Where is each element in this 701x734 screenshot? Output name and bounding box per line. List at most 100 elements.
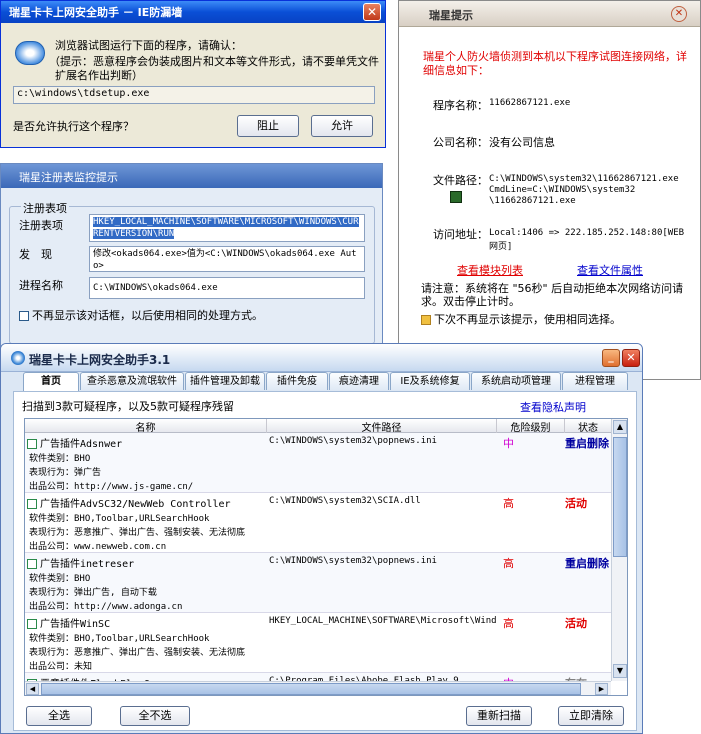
scroll-thumb[interactable] — [613, 437, 627, 557]
company-label: 公司名称： — [433, 136, 488, 149]
col-level[interactable]: 危险级别 — [497, 419, 565, 434]
row-path: C:\WINDOWS\system32\SCIA.dll — [269, 496, 421, 506]
table-row[interactable]: 广告插件Adsnwer C:\WINDOWS\system32\popnews.i… — [25, 433, 611, 493]
scroll-left-icon[interactable]: ◀ — [26, 683, 39, 695]
row-status: 重启删除 — [565, 437, 609, 450]
row-status: 重启删除 — [565, 557, 609, 570]
reg-remember-checkbox[interactable] — [19, 311, 29, 321]
ie-app-icon — [15, 41, 45, 65]
row-status: 活动 — [565, 497, 587, 510]
horizontal-scrollbar[interactable]: ◀ ▶ — [25, 681, 611, 695]
firewall-title: 瑞星提示 — [429, 9, 473, 22]
row-danger-level: 高 — [503, 617, 514, 630]
scroll-right-icon[interactable]: ▶ — [595, 683, 608, 695]
tab-bar: 首页 查杀恶意及流氓软件 插件管理及卸载 插件免疫 痕迹清理 IE及系统修复 系… — [23, 372, 633, 391]
col-path[interactable]: 文件路径 — [267, 419, 497, 434]
ie-dialog: 瑞星卡卡上网安全助手 － IE防漏墙 ✕ 浏览器试图运行下面的程序，请确认： （… — [0, 0, 386, 148]
tab-process[interactable]: 进程管理 — [562, 372, 628, 390]
reg-remember-row[interactable]: 不再显示该对话框，以后使用相同的处理方式。 — [19, 307, 263, 323]
select-none-button[interactable]: 全不选 — [120, 706, 190, 726]
vertical-scrollbar[interactable]: ▲ ▼ — [611, 419, 627, 681]
tab-home[interactable]: 首页 — [23, 372, 79, 391]
reg-remember-label: 不再显示该对话框，以后使用相同的处理方式。 — [32, 309, 263, 322]
tab-trace-clean[interactable]: 痕迹清理 — [329, 372, 389, 390]
address-line1: Local:1406 => 222.185.252.148:80[WEB — [489, 228, 685, 238]
clean-now-button[interactable]: 立即清除 — [558, 706, 624, 726]
row-danger-level: 高 — [503, 497, 514, 510]
main-title: 瑞星卡卡上网安全助手3.1 — [29, 353, 171, 367]
row-danger-level: 中 — [503, 437, 514, 450]
row-detail-line: 出品公司：http://www.adonga.cn — [29, 602, 183, 612]
row-detail-line: 软件类别：BHO — [29, 454, 91, 464]
table-row[interactable]: 广告插件AdvSC32/NewWeb Controller C:\WINDOWS\… — [25, 493, 611, 553]
main-titlebar: 瑞星卡卡上网安全助手3.1 _ ✕ — [1, 344, 642, 372]
row-detail-line: 软件类别：BHO,Toolbar,URLSearchHook — [29, 634, 210, 644]
col-status[interactable]: 状态 — [565, 419, 611, 434]
block-button[interactable]: 阻止 — [237, 115, 299, 137]
table-row[interactable]: 广告插件inetreser C:\WINDOWS\system32\popnews… — [25, 553, 611, 613]
program-name-value: 11662867121.exe — [489, 98, 571, 108]
privacy-link[interactable]: 查看隐私声明 — [520, 399, 586, 415]
tab-scan-malware[interactable]: 查杀恶意及流氓软件 — [80, 372, 184, 390]
reg-key-field: HKEY_LOCAL_MACHINE\SOFTWARE\MICROSOFT\WI… — [89, 214, 365, 242]
results-table: 名称 文件路径 危险级别 状态 广告插件Adsnwer C:\WINDOWS\sy… — [24, 418, 628, 696]
registry-titlebar: 瑞星注册表监控提示 — [1, 164, 382, 188]
company-value: 没有公司信息 — [489, 136, 555, 149]
main-app-icon — [11, 351, 25, 365]
ie-msg-line1: 浏览器试图运行下面的程序，请确认： — [55, 39, 242, 52]
row-checkbox[interactable] — [27, 499, 37, 509]
table-row[interactable]: 广告插件WinSC HKEY_LOCAL_MACHINE\SOFTWARE\Mic… — [25, 613, 611, 673]
row-detail-line: 出品公司：www.newweb.com.cn — [29, 542, 167, 552]
firewall-close-icon[interactable]: ✕ — [671, 6, 687, 22]
col-name[interactable]: 名称 — [25, 419, 267, 434]
rescan-button[interactable]: 重新扫描 — [466, 706, 532, 726]
tab-startup[interactable]: 系统启动项管理 — [471, 372, 561, 390]
ie-titlebar: 瑞星卡卡上网安全助手 － IE防漏墙 ✕ — [1, 1, 385, 23]
program-name-label: 程序名称： — [433, 99, 488, 112]
registry-title: 瑞星注册表监控提示 — [19, 171, 118, 184]
row-path: C:\WINDOWS\system32\popnews.ini — [269, 436, 437, 446]
fw-path-line1: C:\WINDOWS\system32\11662867121.exe — [489, 174, 679, 184]
view-properties-link[interactable]: 查看文件属性 — [577, 262, 643, 278]
view-modules-link[interactable]: 查看模块列表 — [457, 262, 523, 278]
row-checkbox[interactable] — [27, 439, 37, 449]
firewall-titlebar: 瑞星提示 ✕ — [399, 1, 700, 27]
table-header: 名称 文件路径 危险级别 状态 — [25, 419, 611, 434]
row-title-cell: 广告插件Adsnwer — [27, 435, 267, 450]
hscroll-thumb[interactable] — [41, 683, 581, 695]
notice-line2: 求。双击停止计时。 — [421, 295, 520, 308]
fw-remember-checkbox[interactable] — [421, 315, 431, 325]
fw-remember-row[interactable]: 下次不再显示该提示，使用相同选择。 — [421, 311, 621, 327]
row-title-cell: 广告插件WinSC — [27, 615, 267, 630]
reg-key-label: 注册表项 — [19, 219, 63, 232]
table-row[interactable]: 恶意插件伪FlashPlay9C:\Program Files\Abobe Fl… — [25, 673, 611, 681]
scroll-down-icon[interactable]: ▼ — [613, 664, 627, 678]
scroll-up-icon[interactable]: ▲ — [613, 420, 627, 434]
select-all-button[interactable]: 全选 — [26, 706, 92, 726]
main-close-icon[interactable]: ✕ — [622, 349, 640, 367]
row-checkbox[interactable] — [27, 559, 37, 569]
row-title-cell: 广告插件AdvSC32/NewWeb Controller — [27, 495, 267, 510]
fw-path-label: 文件路径： — [433, 174, 488, 187]
reg-proc-label: 进程名称 — [19, 279, 63, 292]
row-path: C:\WINDOWS\system32\popnews.ini — [269, 556, 437, 566]
address-label: 访问地址： — [433, 228, 488, 241]
ie-close-icon[interactable]: ✕ — [363, 3, 381, 21]
ie-msg-line3: 扩展名作出判断） — [55, 69, 143, 82]
firewall-dialog: 瑞星提示 ✕ 瑞星个人防火墙侦测到本机以下程序试图连接网络，详 细信息如下： 程… — [398, 0, 701, 380]
fw-remember-label: 下次不再显示该提示，使用相同选择。 — [434, 313, 621, 326]
row-detail-line: 软件类别：BHO,Toolbar,URLSearchHook — [29, 514, 210, 524]
reg-proc-field: C:\WINDOWS\okads064.exe — [89, 277, 365, 299]
reg-key-value: HKEY_LOCAL_MACHINE\SOFTWARE\MICROSOFT\WI… — [93, 217, 359, 239]
registry-group-label: 注册表项 — [21, 200, 69, 216]
tab-plugin-immunity[interactable]: 插件免疫 — [266, 372, 328, 390]
row-checkbox[interactable] — [27, 619, 37, 629]
ie-path-field: c:\windows\tdsetup.exe — [13, 86, 375, 104]
fw-path-line3: \11662867121.exe — [489, 196, 576, 206]
registry-dialog: 瑞星注册表监控提示 注册表项 注册表项 HKEY_LOCAL_MACHINE\S… — [0, 163, 383, 348]
allow-button[interactable]: 允许 — [311, 115, 373, 137]
tab-plugin-manage[interactable]: 插件管理及卸载 — [185, 372, 265, 390]
tab-ie-repair[interactable]: IE及系统修复 — [390, 372, 470, 390]
minimize-icon[interactable]: _ — [602, 349, 620, 367]
firewall-alert-line2: 细信息如下： — [423, 64, 489, 77]
